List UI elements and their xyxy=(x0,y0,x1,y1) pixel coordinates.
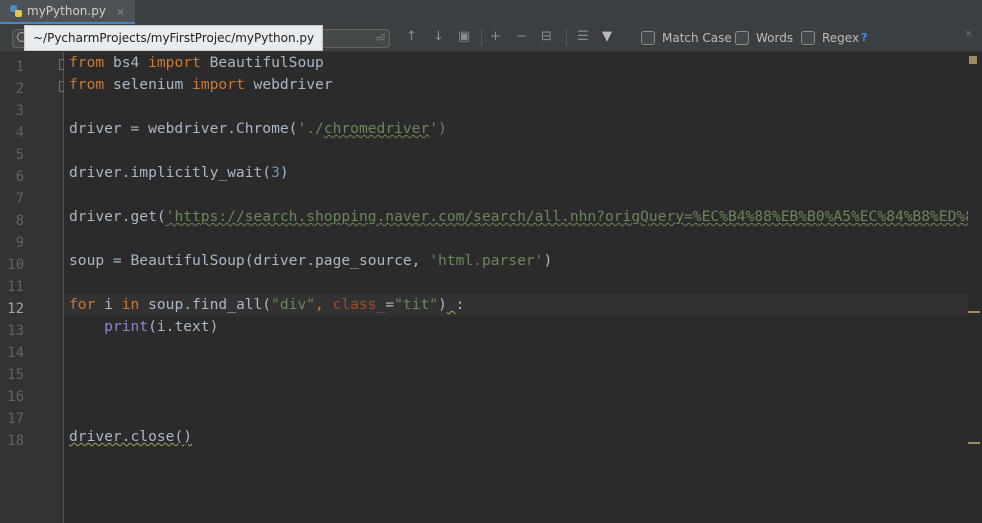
line-number-current: 12 xyxy=(7,301,24,317)
line-number: 1 xyxy=(15,59,24,75)
line-number: 3 xyxy=(15,103,24,119)
enter-icon[interactable]: ⏎ xyxy=(376,32,385,45)
code-line-12[interactable]: for i in soup.find_all("div", class_="ti… xyxy=(69,294,464,316)
match-case-checkbox[interactable]: Match Case xyxy=(641,31,732,45)
remove-occurrence-icon[interactable]: − xyxy=(516,29,527,45)
regex-checkbox[interactable]: Regex xyxy=(801,31,859,45)
code-token: ) xyxy=(279,164,289,181)
match-case-label: Match Case xyxy=(662,31,732,45)
warning-marker[interactable] xyxy=(968,311,980,313)
code-token: = xyxy=(385,296,395,313)
string: "tit" xyxy=(394,296,439,313)
error-stripe[interactable] xyxy=(968,52,982,523)
line-number: 14 xyxy=(7,345,24,361)
multiline-icon[interactable]: ☰ xyxy=(577,29,589,45)
code-line-6[interactable]: driver.implicitly_wait(3) xyxy=(69,162,289,184)
code-token: soup.find_all( xyxy=(139,296,272,313)
line-number: 15 xyxy=(7,367,24,383)
code-token: selenium xyxy=(104,76,193,93)
checkbox-box[interactable] xyxy=(801,31,815,45)
keyword: import xyxy=(148,54,201,71)
keyword: import xyxy=(192,76,245,93)
filter-icon[interactable]: ▼ xyxy=(602,29,612,45)
code-line-13[interactable]: print(i.text) xyxy=(69,316,218,338)
line-number: 8 xyxy=(15,213,24,229)
code-token: bs4 xyxy=(104,54,149,71)
string: 'html.parser' xyxy=(429,252,544,269)
line-number: 5 xyxy=(15,147,24,163)
keyword: from xyxy=(69,54,105,71)
regex-label: Regex xyxy=(822,31,860,45)
parameter: class_ xyxy=(332,296,386,313)
code-token: BeautifulSoup xyxy=(200,54,324,71)
arrow-up-icon[interactable]: ↑ xyxy=(406,29,417,45)
code-token: , xyxy=(315,296,333,313)
close-search-icon[interactable]: × xyxy=(964,27,973,40)
string: "div" xyxy=(271,296,316,313)
builtin: print xyxy=(104,318,149,335)
select-occurrences-icon[interactable]: ▣ xyxy=(458,29,470,45)
string: chromedriver xyxy=(323,120,430,137)
line-number-gutter: 1 2 3 4 5 6 7 8 9 10 11 12 13 14 15 16 1… xyxy=(0,52,64,523)
line-number: 2 xyxy=(15,81,24,97)
toolbar-separator xyxy=(566,29,567,47)
regex-help-icon[interactable]: ? xyxy=(861,31,867,44)
keyword: from xyxy=(69,76,105,93)
warning-marker[interactable] xyxy=(968,442,980,444)
code-token: driver.get( xyxy=(69,208,166,225)
tab-filename: myPython.py xyxy=(27,4,106,18)
select-all-occurrences-icon[interactable]: ⊟ xyxy=(541,29,552,45)
keyword: for xyxy=(69,296,96,313)
code-token: driver.implicitly_wait( xyxy=(69,164,272,181)
number: 3 xyxy=(271,164,280,181)
close-icon[interactable]: × xyxy=(116,5,125,18)
line-number: 17 xyxy=(7,411,24,427)
line-number: 7 xyxy=(15,191,24,207)
code-line-8[interactable]: driver.get('https://search.shopping.nave… xyxy=(69,206,968,228)
checkbox-box[interactable] xyxy=(735,31,749,45)
code-token: ) xyxy=(438,296,447,313)
keyword: in xyxy=(121,296,140,313)
line-number: 18 xyxy=(7,433,24,449)
line-number: 4 xyxy=(15,125,24,141)
code-line-1[interactable]: from bs4 import BeautifulSoup xyxy=(69,52,324,74)
code-token: (i.text) xyxy=(148,318,219,335)
line-number: 13 xyxy=(7,323,24,339)
code-token: ) xyxy=(543,252,553,269)
code-token: i xyxy=(95,296,122,313)
code-token: driver.close() xyxy=(69,428,193,445)
python-file-icon xyxy=(10,5,22,17)
line-number: 11 xyxy=(7,279,24,295)
string: 'https://search.shopping.naver.com/searc… xyxy=(165,208,968,225)
code-line-2[interactable]: from selenium import webdriver xyxy=(69,74,333,96)
code-line-4[interactable]: driver = webdriver.Chrome('./chromedrive… xyxy=(69,118,447,140)
warning-indicator-icon[interactable] xyxy=(969,56,977,64)
code-line-18[interactable]: driver.close() xyxy=(69,426,192,448)
string: ') xyxy=(429,120,447,137)
file-path-tooltip: ~/PycharmProjects/myFirstProjec/myPython… xyxy=(24,25,324,51)
editor-tab-bar: myPython.py × xyxy=(0,0,982,25)
code-token: webdriver xyxy=(244,76,333,93)
arrow-down-icon[interactable]: ↓ xyxy=(433,29,444,45)
line-number: 6 xyxy=(15,169,24,185)
checkbox-box[interactable] xyxy=(641,31,655,45)
file-tab-mypython[interactable]: myPython.py × xyxy=(0,0,136,25)
code-token: : xyxy=(455,296,465,313)
line-number: 16 xyxy=(7,389,24,405)
code-line-10[interactable]: soup = BeautifulSoup(driver.page_source,… xyxy=(69,250,552,272)
string: './ xyxy=(297,120,324,137)
words-checkbox[interactable]: Words xyxy=(735,31,793,45)
toolbar-separator xyxy=(481,29,482,47)
line-number: 9 xyxy=(15,235,24,251)
code-token: driver = webdriver.Chrome( xyxy=(69,120,298,137)
words-label: Words xyxy=(756,31,794,45)
code-token: soup = BeautifulSoup(driver.page_source, xyxy=(69,252,430,269)
line-number: 10 xyxy=(7,257,24,273)
add-occurrence-icon[interactable]: + xyxy=(490,29,501,45)
